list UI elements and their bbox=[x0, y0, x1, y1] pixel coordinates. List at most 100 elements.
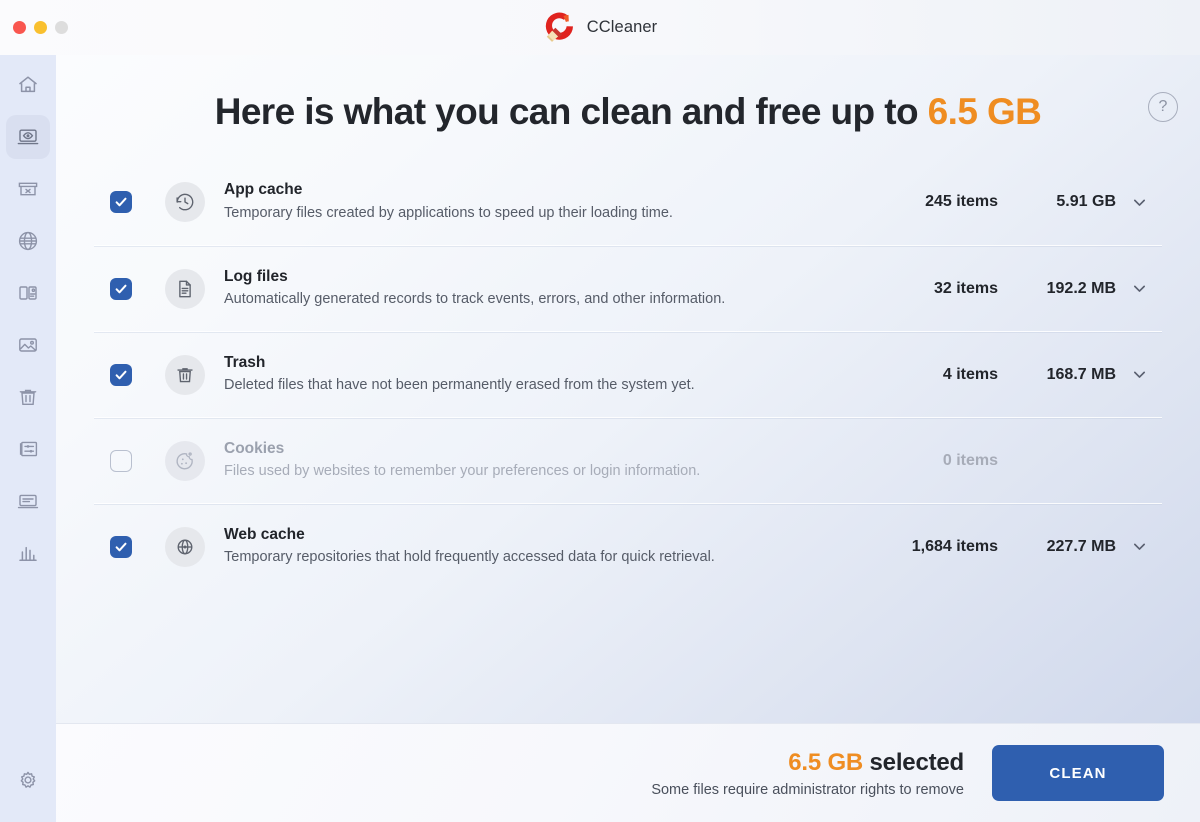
row-title: Web cache bbox=[224, 525, 305, 543]
row-size: 192.2 MB bbox=[1046, 279, 1116, 297]
table-row[interactable]: Cookies Files used by websites to rememb… bbox=[94, 417, 1162, 503]
home-icon bbox=[19, 76, 37, 93]
row-title: Log files bbox=[224, 267, 288, 285]
row-icon bbox=[165, 440, 205, 481]
main-content: Here is what you can clean and free up t… bbox=[56, 55, 1200, 822]
row-size: 5.91 GB bbox=[1056, 193, 1116, 210]
headline-prefix: Here is what you can clean and free up t… bbox=[214, 91, 928, 132]
sidebar-item-browser-cleaner[interactable] bbox=[6, 219, 50, 263]
row-text: Log files Automatically generated record… bbox=[224, 267, 872, 311]
files-slider-icon bbox=[19, 441, 38, 457]
laptop-list-icon bbox=[17, 494, 39, 509]
row-text: App cache Temporary files created by app… bbox=[224, 180, 872, 224]
box-x-icon bbox=[18, 182, 38, 196]
row-text: Trash Deleted files that have not been p… bbox=[224, 353, 872, 397]
table-row[interactable]: Log files Automatically generated record… bbox=[94, 245, 1162, 331]
laptop-eye-icon bbox=[17, 129, 39, 145]
chevron-down-icon bbox=[1133, 199, 1145, 206]
row-size: 168.7 MB bbox=[1046, 365, 1116, 383]
row-text: Web cache Temporary repositories that ho… bbox=[224, 525, 872, 569]
globe-icon bbox=[18, 231, 38, 251]
document-icon bbox=[179, 280, 191, 297]
row-checkbox[interactable] bbox=[110, 535, 132, 558]
chevron-down-icon bbox=[1133, 371, 1145, 378]
table-row[interactable]: Web cache Temporary repositories that ho… bbox=[94, 503, 1162, 589]
help-button[interactable]: ? bbox=[1148, 92, 1178, 122]
cookie-icon bbox=[176, 451, 193, 469]
row-checkbox[interactable] bbox=[110, 449, 132, 472]
row-checkbox[interactable] bbox=[110, 191, 132, 213]
sidebar-item-file-manager[interactable] bbox=[6, 427, 50, 471]
title-center: CCleaner bbox=[0, 0, 1200, 55]
row-description: Temporary files created by applications … bbox=[224, 204, 673, 221]
bar-chart-icon bbox=[19, 546, 37, 561]
row-expand-button[interactable] bbox=[1116, 538, 1162, 555]
row-description: Temporary repositories that hold frequen… bbox=[224, 549, 715, 566]
sidebar-item-performance[interactable] bbox=[6, 531, 50, 575]
row-size: 227.7 MB bbox=[1046, 537, 1116, 555]
page-title: Here is what you can clean and free up t… bbox=[215, 91, 1042, 133]
sidebar bbox=[0, 55, 56, 822]
trash-icon bbox=[19, 389, 37, 405]
chevron-down-icon bbox=[1133, 285, 1145, 292]
row-expand-button[interactable] bbox=[1116, 366, 1162, 383]
row-item-count: 4 items bbox=[942, 365, 998, 383]
row-item-count: 1,684 items bbox=[911, 537, 998, 555]
headline-amount: 6.5 GB bbox=[927, 91, 1042, 132]
row-checkbox[interactable] bbox=[110, 363, 132, 386]
sidebar-item-home[interactable] bbox=[6, 63, 50, 107]
row-icon bbox=[165, 182, 205, 222]
row-icon bbox=[165, 354, 205, 395]
window-controls bbox=[13, 21, 68, 34]
ccleaner-window: CCleaner Here is what you can clean and … bbox=[0, 0, 1200, 822]
row-text: Cookies Files used by websites to rememb… bbox=[224, 439, 872, 483]
check-icon bbox=[115, 284, 127, 293]
admin-rights-note: Some files require administrator rights … bbox=[651, 781, 964, 798]
maximize-button[interactable] bbox=[55, 21, 68, 34]
row-title: App cache bbox=[224, 181, 303, 199]
row-item-count: 32 items bbox=[933, 279, 998, 297]
row-description: Deleted files that have not been permane… bbox=[224, 377, 695, 394]
check-icon bbox=[115, 197, 127, 207]
image-icon bbox=[19, 338, 37, 352]
selected-amount: 6.5 GB bbox=[788, 748, 864, 776]
ccleaner-logo-icon bbox=[545, 12, 573, 42]
row-title: Cookies bbox=[224, 439, 285, 457]
table-row[interactable]: App cache Temporary files created by app… bbox=[94, 159, 1162, 245]
sidebar-item-updater[interactable] bbox=[6, 479, 50, 523]
sidebar-item-uninstaller[interactable] bbox=[6, 375, 50, 419]
history-clock-icon bbox=[176, 193, 194, 211]
web-globe-icon bbox=[177, 539, 193, 554]
window-body: Here is what you can clean and free up t… bbox=[0, 55, 1200, 822]
row-expand-button[interactable] bbox=[1116, 280, 1162, 297]
sidebar-item-duplicate-finder[interactable] bbox=[6, 323, 50, 367]
sidebar-item-health-check[interactable] bbox=[6, 115, 50, 159]
close-button[interactable] bbox=[13, 21, 26, 34]
minimize-button[interactable] bbox=[34, 21, 47, 34]
sidebar-item-custom-clean[interactable] bbox=[6, 167, 50, 211]
app-title: CCleaner bbox=[586, 18, 658, 36]
sidebar-item-settings[interactable] bbox=[6, 758, 50, 802]
row-icon bbox=[165, 526, 205, 567]
row-description: Files used by websites to remember your … bbox=[224, 463, 701, 480]
check-icon bbox=[115, 370, 127, 379]
chevron-down-icon bbox=[1133, 543, 1145, 550]
footer-summary: 6.5 GB selected Some files require admin… bbox=[651, 749, 964, 798]
title-bar: CCleaner bbox=[0, 0, 1200, 55]
clean-button[interactable]: CLEAN bbox=[992, 745, 1164, 801]
sidebar-item-app-manager[interactable] bbox=[6, 271, 50, 315]
row-checkbox[interactable] bbox=[110, 277, 132, 300]
selected-summary: 6.5 GB selected bbox=[651, 749, 964, 777]
check-icon bbox=[115, 542, 127, 551]
gear-icon bbox=[20, 771, 36, 788]
row-expand-button[interactable] bbox=[1116, 194, 1162, 211]
row-icon bbox=[165, 268, 205, 309]
row-description: Automatically generated records to track… bbox=[224, 291, 726, 308]
row-title: Trash bbox=[224, 353, 266, 371]
trash-can-icon bbox=[177, 367, 193, 382]
header: Here is what you can clean and free up t… bbox=[56, 55, 1200, 159]
table-row[interactable]: Trash Deleted files that have not been p… bbox=[94, 331, 1162, 417]
app-panels-icon bbox=[19, 286, 37, 300]
row-item-count: 0 items bbox=[942, 451, 998, 469]
